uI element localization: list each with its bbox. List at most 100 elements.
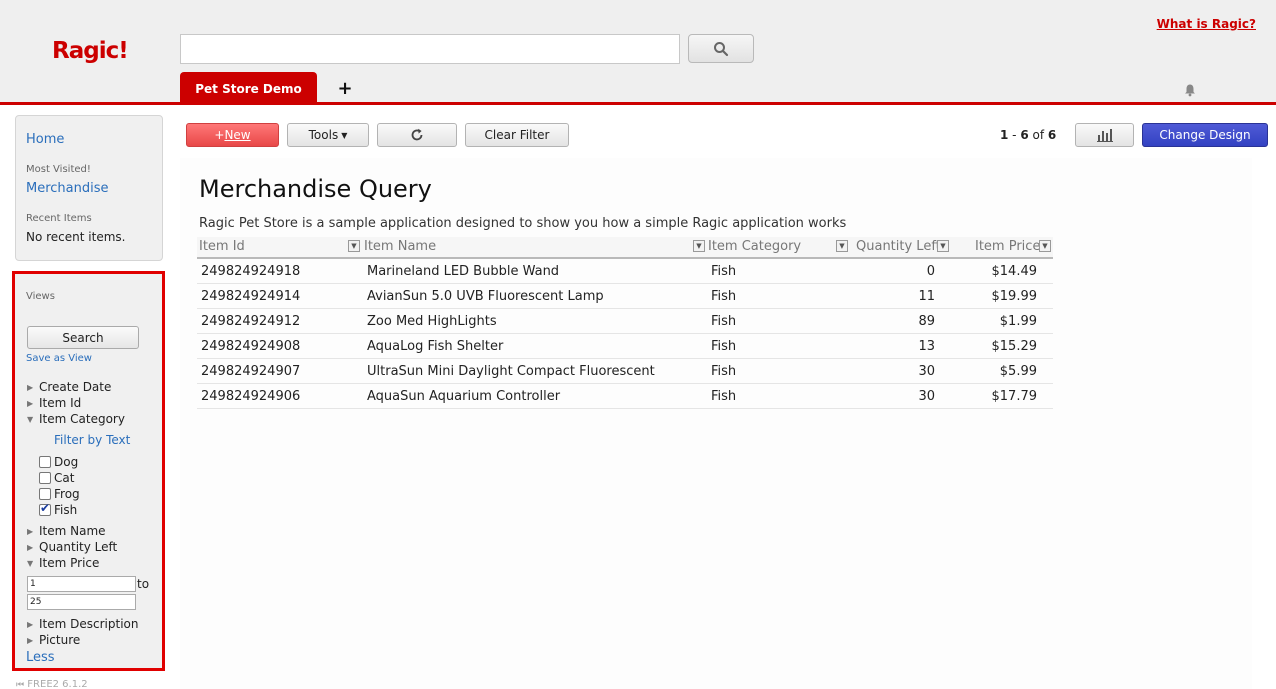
what-is-ragic-link[interactable]: What is Ragic? (1157, 17, 1256, 31)
column-header-item-name[interactable]: Item Name (364, 239, 436, 254)
cell-quantity-left: 30 (918, 364, 935, 379)
recent-items-label: Recent Items (26, 213, 92, 224)
table-row[interactable]: 249824924914 AvianSun 5.0 UVB Fluorescen… (197, 284, 1053, 309)
notification-bell-icon[interactable] (1183, 83, 1197, 97)
checkbox[interactable] (39, 488, 51, 500)
change-design-button[interactable]: Change Design (1142, 123, 1268, 147)
filter-field-item-price[interactable]: ▼ Item Price (27, 556, 99, 570)
pager-of: of (1028, 128, 1048, 142)
table-row[interactable]: 249824924918 Marineland LED Bubble Wand … (197, 259, 1053, 284)
filter-field-label: Quantity Left (39, 540, 118, 554)
checkbox-checked[interactable] (39, 501, 51, 516)
records-table: Item Id ▼ Item Name ▼ Item Category ▼ Qu… (197, 237, 1053, 409)
table-row[interactable]: 249824924906 AquaSun Aquarium Controller… (197, 384, 1053, 409)
filter-field-quantity-left[interactable]: ▶ Quantity Left (27, 540, 117, 554)
filter-search-button[interactable]: Search (27, 326, 139, 349)
filter-field-label: Picture (39, 633, 81, 647)
filter-field-label: Item Description (39, 617, 139, 631)
cell-item-name: AquaSun Aquarium Controller (367, 389, 561, 404)
search-icon (714, 41, 729, 56)
filter-field-item-description[interactable]: ▶ Item Description (27, 617, 138, 631)
new-record-button[interactable]: + New (186, 123, 279, 147)
bar-chart-icon (1096, 129, 1113, 142)
cell-item-id: 249824924907 (201, 364, 301, 379)
column-menu-icon[interactable]: ▼ (348, 240, 360, 252)
first-page-icon: ⏮ (16, 680, 25, 689)
column-menu-icon[interactable]: ▼ (937, 240, 949, 252)
cell-item-id: 249824924912 (201, 314, 301, 329)
column-header-quantity-left[interactable]: Quantity Left (856, 239, 941, 254)
price-to-input[interactable]: 25 (27, 594, 136, 610)
checkbox[interactable] (39, 472, 51, 484)
chart-button[interactable] (1075, 123, 1134, 147)
column-filter-icon[interactable]: ▼ (1039, 240, 1051, 252)
global-search-input[interactable] (180, 34, 680, 64)
cell-item-price: $5.99 (999, 364, 1037, 379)
filter-field-label: Item Name (39, 524, 106, 538)
category-option-frog[interactable]: Frog (39, 487, 80, 501)
column-menu-icon[interactable]: ▼ (693, 240, 705, 252)
category-option-dog[interactable]: Dog (39, 455, 78, 469)
filter-field-create-date[interactable]: ▶ Create Date (27, 380, 111, 394)
refresh-button[interactable] (377, 123, 457, 147)
column-header-item-id[interactable]: Item Id (199, 239, 245, 254)
save-as-view-link[interactable]: Save as View (26, 353, 92, 364)
cell-item-id: 249824924918 (201, 264, 301, 279)
filter-field-item-name[interactable]: ▶ Item Name (27, 524, 106, 538)
table-row[interactable]: 249824924912 Zoo Med HighLights Fish 89 … (197, 309, 1053, 334)
filter-field-picture[interactable]: ▶ Picture (27, 633, 80, 647)
top-header: Ragic! What is Ragic? Pet Store Demo + (0, 0, 1276, 105)
most-visited-merchandise-link[interactable]: Merchandise (26, 181, 109, 196)
ragic-logo[interactable]: Ragic! (52, 38, 129, 64)
cell-item-category: Fish (711, 289, 737, 304)
category-option-cat[interactable]: Cat (39, 471, 74, 485)
table-row[interactable]: 249824924907 UltraSun Mini Daylight Comp… (197, 359, 1053, 384)
filter-field-label: Item Category (39, 412, 125, 426)
views-filter-panel: Views Search Save as View ▶ Create Date … (12, 271, 165, 671)
pager-end: 6 (1020, 128, 1029, 142)
less-link[interactable]: Less (26, 650, 55, 665)
record-pager: 1 - 6 of 6 (1000, 128, 1056, 142)
filter-field-label: Item Id (39, 396, 82, 410)
cell-item-price: $15.29 (991, 339, 1038, 354)
tab-pet-store-demo[interactable]: Pet Store Demo (180, 72, 317, 105)
recent-items-empty: No recent items. (26, 230, 126, 244)
cell-item-price: $19.99 (991, 289, 1038, 304)
cell-item-name: UltraSun Mini Daylight Compact Fluoresce… (367, 364, 655, 379)
column-header-item-price[interactable]: Item Price (975, 239, 1040, 254)
clear-filter-button[interactable]: Clear Filter (465, 123, 569, 147)
refresh-icon (411, 128, 423, 141)
cell-item-category: Fish (711, 364, 737, 379)
column-header-item-category[interactable]: Item Category (708, 239, 801, 254)
filter-field-item-category[interactable]: ▼ Item Category (27, 412, 125, 426)
checkbox-label: Cat (54, 471, 75, 485)
collapsed-triangle-icon: ▶ (27, 382, 34, 392)
pager-total: 6 (1047, 128, 1057, 142)
add-tab-button[interactable]: + (336, 76, 354, 100)
cell-quantity-left: 0 (926, 264, 935, 279)
tools-menu-button[interactable]: Tools ▼ (287, 123, 369, 147)
cell-item-name: AquaLog Fish Shelter (367, 339, 504, 354)
collapsed-triangle-icon: ▶ (27, 526, 34, 536)
global-search-button[interactable] (688, 34, 754, 63)
checkbox-label: Frog (54, 487, 80, 501)
checkbox-label: Fish (54, 503, 78, 517)
caret-down-icon: ▼ (341, 130, 348, 140)
cell-quantity-left: 11 (918, 289, 935, 304)
table-header-row: Item Id ▼ Item Name ▼ Item Category ▼ Qu… (197, 237, 1053, 259)
checkbox[interactable] (39, 456, 51, 468)
filter-by-text-link[interactable]: Filter by Text (54, 433, 130, 447)
category-option-fish[interactable]: Fish (39, 501, 78, 517)
collapsed-triangle-icon: ▶ (27, 619, 34, 629)
filter-field-item-id[interactable]: ▶ Item Id (27, 396, 81, 410)
checkbox-label: Dog (54, 455, 79, 469)
table-row[interactable]: 249824924908 AquaLog Fish Shelter Fish 1… (197, 334, 1053, 359)
column-filter-icon[interactable]: ▼ (836, 240, 848, 252)
page-description: Ragic Pet Store is a sample application … (199, 216, 847, 231)
version-text: FREE2 6.1.2 (27, 679, 88, 689)
pager-separator: - (1008, 128, 1021, 142)
home-link[interactable]: Home (26, 132, 64, 147)
version-label: ⏮ FREE2 6.1.2 (16, 679, 88, 689)
collapsed-triangle-icon: ▶ (27, 542, 34, 552)
price-from-input[interactable]: 1 (27, 576, 136, 592)
